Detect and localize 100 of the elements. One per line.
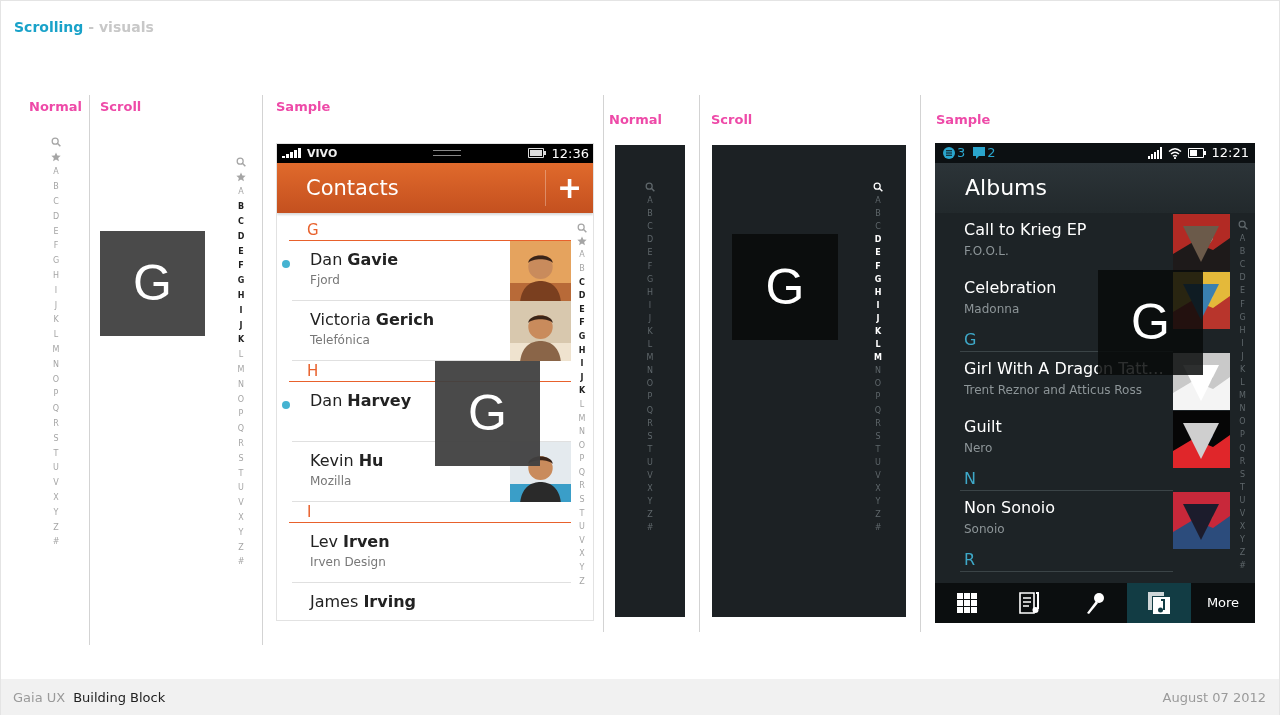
index-letter[interactable]: X bbox=[579, 549, 585, 559]
index-letter[interactable]: P bbox=[1240, 430, 1245, 440]
index-letter[interactable]: R bbox=[647, 418, 653, 428]
index-letter[interactable]: X bbox=[647, 484, 653, 494]
index-letter[interactable]: Z bbox=[647, 510, 653, 520]
index-letter[interactable]: G bbox=[237, 276, 245, 286]
index-letter[interactable]: # bbox=[237, 557, 245, 567]
index-letter[interactable]: K bbox=[647, 326, 653, 336]
index-letter[interactable]: G bbox=[646, 274, 654, 284]
index-letter[interactable]: O bbox=[874, 379, 882, 389]
index-letter[interactable]: O bbox=[646, 379, 654, 389]
index-letter[interactable]: A bbox=[1239, 234, 1246, 244]
index-letter[interactable]: B bbox=[53, 182, 59, 192]
index-letter[interactable]: R bbox=[875, 418, 881, 428]
index-letter[interactable]: K bbox=[578, 386, 586, 396]
index-letter[interactable]: C bbox=[647, 222, 653, 232]
index-letter[interactable]: G bbox=[52, 256, 60, 266]
index-letter[interactable]: I bbox=[876, 300, 880, 310]
contact-row[interactable]: Lev Irven Irven Design bbox=[277, 522, 571, 583]
index-letter[interactable]: C bbox=[238, 216, 244, 226]
index-letter[interactable]: Y bbox=[238, 527, 244, 537]
index-letter[interactable]: Q bbox=[578, 467, 586, 477]
index-letter[interactable]: M bbox=[237, 364, 245, 374]
index-letter[interactable]: V bbox=[647, 471, 653, 480]
index-letter[interactable]: J bbox=[1241, 351, 1244, 361]
index-letter[interactable]: B bbox=[875, 209, 881, 219]
index-letter[interactable]: G bbox=[874, 274, 882, 284]
index-letter[interactable]: Q bbox=[646, 405, 654, 415]
index-letter[interactable]: N bbox=[647, 366, 653, 376]
index-letter[interactable]: D bbox=[578, 291, 586, 301]
index-letter[interactable]: V bbox=[53, 478, 59, 488]
index-letter[interactable]: H bbox=[578, 345, 586, 355]
index-letter[interactable]: N bbox=[238, 379, 244, 389]
index-letter[interactable]: Y bbox=[1240, 535, 1245, 545]
index-letter[interactable]: M bbox=[1239, 391, 1246, 401]
index-letter[interactable]: C bbox=[875, 222, 881, 232]
index-letter[interactable]: K bbox=[874, 326, 882, 336]
index-letter[interactable]: A bbox=[579, 250, 585, 260]
index-letter[interactable]: Q bbox=[237, 424, 245, 434]
index-letter[interactable]: Z bbox=[1239, 548, 1246, 558]
index-letter[interactable]: V bbox=[875, 471, 881, 480]
index-letter[interactable]: O bbox=[52, 374, 60, 384]
index-letter[interactable]: H bbox=[874, 287, 882, 297]
index-letter[interactable]: I bbox=[239, 305, 243, 315]
index-letter[interactable]: D bbox=[1239, 273, 1246, 283]
index-letter[interactable]: X bbox=[53, 492, 59, 502]
index-letter[interactable]: # bbox=[52, 537, 60, 547]
index-letter[interactable]: N bbox=[875, 366, 881, 376]
index-letter[interactable]: U bbox=[238, 483, 244, 493]
index-letter[interactable]: G bbox=[578, 331, 586, 341]
index-letter[interactable]: P bbox=[647, 392, 653, 402]
index-letter[interactable]: L bbox=[875, 340, 881, 350]
index-letter[interactable]: F bbox=[875, 261, 881, 271]
index-letter[interactable]: T bbox=[875, 444, 881, 454]
index-letter[interactable]: H bbox=[53, 270, 59, 280]
index-letter[interactable]: E bbox=[238, 246, 244, 256]
index-letter[interactable]: X bbox=[875, 484, 881, 494]
add-button[interactable]: + bbox=[545, 169, 593, 206]
contact-row[interactable]: Victoria Gerich Telefónica bbox=[277, 300, 571, 361]
index-letter[interactable]: V bbox=[579, 535, 585, 545]
index-letter[interactable]: J bbox=[876, 313, 880, 323]
index-letter[interactable]: N bbox=[1239, 404, 1246, 414]
index-letter[interactable]: C bbox=[579, 277, 585, 287]
index-letter[interactable]: B bbox=[647, 209, 653, 219]
index-letter[interactable]: X bbox=[1239, 522, 1246, 532]
index-letter[interactable]: T bbox=[647, 444, 653, 454]
star-icon[interactable] bbox=[236, 172, 246, 183]
index-letter[interactable]: L bbox=[1240, 378, 1245, 388]
index-letter[interactable]: I bbox=[580, 359, 584, 369]
index-letter[interactable]: D bbox=[646, 235, 654, 245]
index-letter[interactable]: O bbox=[578, 440, 586, 450]
index-letter[interactable]: L bbox=[53, 330, 59, 340]
index-letter[interactable]: J bbox=[580, 372, 584, 382]
index-letter[interactable]: S bbox=[647, 431, 653, 441]
index-letter[interactable]: P bbox=[875, 392, 881, 402]
index-letter[interactable]: S bbox=[579, 495, 585, 505]
contact-row[interactable]: James Irving bbox=[277, 582, 571, 620]
index-letter[interactable]: G bbox=[1239, 312, 1246, 322]
index-letter[interactable]: E bbox=[579, 304, 585, 314]
index-letter[interactable]: D bbox=[874, 235, 882, 245]
index-letter[interactable]: S bbox=[53, 433, 59, 443]
index-letter[interactable]: F bbox=[579, 318, 585, 328]
contact-row[interactable]: Dan Gavie Fjord bbox=[277, 240, 571, 301]
index-letter[interactable]: S bbox=[1239, 469, 1246, 479]
more-tab[interactable]: More bbox=[1191, 582, 1255, 623]
index-letter[interactable]: Q bbox=[874, 405, 882, 415]
index-letter[interactable]: E bbox=[53, 226, 59, 236]
index-letter[interactable]: V bbox=[1239, 509, 1246, 518]
index-letter[interactable]: Z bbox=[53, 522, 59, 532]
index-letter[interactable]: F bbox=[1240, 299, 1245, 309]
index-letter[interactable]: U bbox=[53, 463, 59, 473]
index-letter[interactable]: A bbox=[53, 167, 59, 177]
index-letter[interactable]: Y bbox=[53, 507, 59, 517]
index-letter[interactable]: U bbox=[875, 457, 881, 467]
index-letter[interactable]: # bbox=[646, 523, 654, 533]
star-icon[interactable] bbox=[577, 236, 587, 247]
index-letter[interactable]: N bbox=[579, 427, 585, 437]
index-letter[interactable]: F bbox=[238, 261, 244, 271]
index-letter[interactable]: B bbox=[1239, 247, 1246, 257]
index-letter[interactable]: T bbox=[238, 468, 244, 478]
